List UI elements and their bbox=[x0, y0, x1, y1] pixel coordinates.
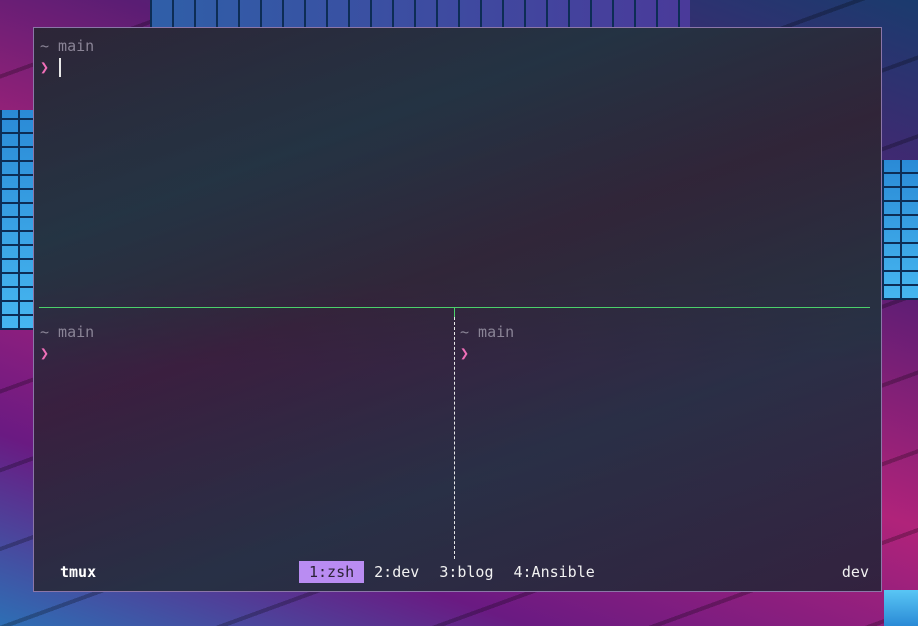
current-directory: ~ main bbox=[40, 323, 95, 341]
prompt-line[interactable]: ❯ bbox=[460, 343, 875, 364]
prompt-symbol: ❯ bbox=[460, 344, 470, 362]
pane-directory-line: ~ main bbox=[460, 322, 875, 343]
tmux-pane-bottom-left[interactable]: ~ main ❯ bbox=[40, 322, 450, 558]
wallpaper-grid-right bbox=[882, 160, 918, 300]
prompt-symbol: ❯ bbox=[40, 58, 50, 76]
wallpaper-grid-top bbox=[150, 0, 690, 28]
prompt-symbol: ❯ bbox=[40, 344, 50, 362]
text-cursor bbox=[59, 58, 62, 77]
pane-directory-line: ~ main bbox=[40, 322, 450, 343]
window-list: 1:zsh 2:dev 3:blog 4:Ansible bbox=[299, 559, 605, 583]
window-tab-blog[interactable]: 3:blog bbox=[429, 561, 503, 583]
session-name: tmux bbox=[60, 563, 97, 581]
wallpaper-grid-left bbox=[0, 110, 36, 330]
pane-vertical-divider[interactable] bbox=[454, 317, 455, 559]
pane-divider-junction bbox=[454, 307, 455, 317]
terminal-window[interactable]: ~ main ❯ ~ main ❯ ~ main ❯ tmux 1:zsh 2:… bbox=[33, 27, 882, 592]
tmux-pane-bottom-right[interactable]: ~ main ❯ bbox=[460, 322, 875, 558]
tmux-status-bar: tmux 1:zsh 2:dev 3:blog 4:Ansible dev bbox=[34, 559, 881, 585]
window-tab-dev[interactable]: 2:dev bbox=[364, 561, 429, 583]
current-directory: ~ main bbox=[460, 323, 515, 341]
window-tab-ansible[interactable]: 4:Ansible bbox=[504, 561, 605, 583]
wallpaper-grid-bottom-right bbox=[884, 590, 918, 626]
current-directory: ~ main bbox=[40, 37, 95, 55]
prompt-line[interactable]: ❯ bbox=[40, 343, 450, 364]
prompt-line[interactable]: ❯ bbox=[40, 57, 875, 78]
window-tab-zsh[interactable]: 1:zsh bbox=[299, 561, 365, 583]
status-right-label: dev bbox=[841, 563, 869, 581]
tmux-pane-top[interactable]: ~ main ❯ bbox=[40, 36, 875, 306]
pane-directory-line: ~ main bbox=[40, 36, 875, 57]
